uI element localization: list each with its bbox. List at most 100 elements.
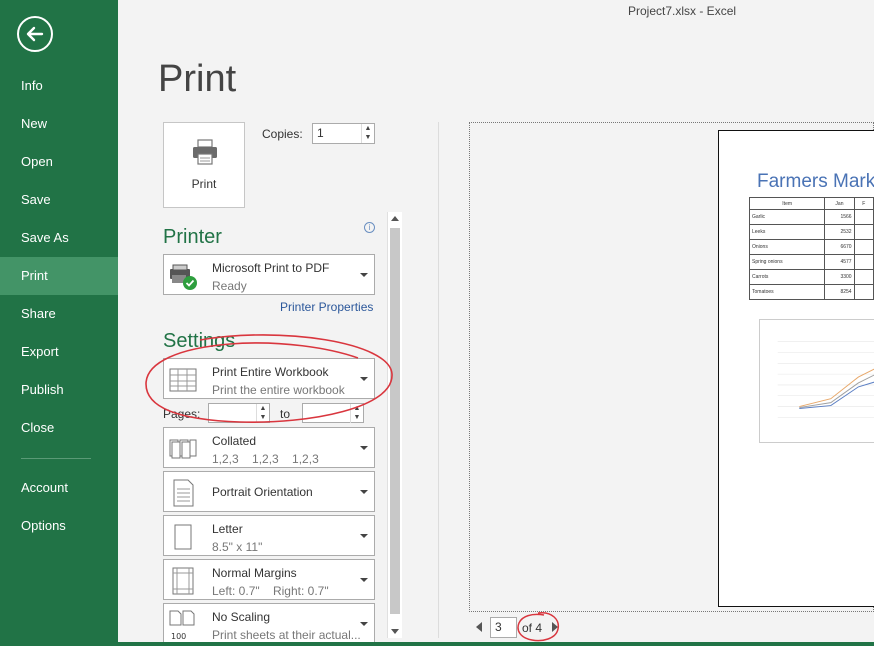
- table-row: Spring onions 4577: [748, 254, 874, 270]
- nav-save-as[interactable]: Save As: [0, 219, 118, 257]
- nav-share[interactable]: Share: [0, 295, 118, 333]
- print-button[interactable]: Print: [163, 122, 245, 208]
- print-scope-dropdown[interactable]: Print Entire Workbook Print the entire w…: [163, 358, 375, 399]
- page-title: Print: [158, 58, 237, 100]
- pages-label: Pages:: [163, 407, 201, 421]
- table-cell: [853, 254, 874, 270]
- table-header-cell: F: [853, 197, 874, 210]
- preview-chart-thumbnail: [759, 319, 874, 443]
- current-page-input[interactable]: 3: [490, 617, 517, 638]
- copies-input[interactable]: 1 ▲ ▼: [312, 123, 375, 144]
- table-row: Tomatoes 8254: [748, 284, 874, 300]
- orientation-dropdown[interactable]: Portrait Orientation: [163, 471, 375, 512]
- table-cell: 6670: [824, 239, 855, 255]
- to-label: to: [280, 407, 291, 421]
- info-icon[interactable]: i: [364, 222, 375, 233]
- chevron-down-icon: [360, 376, 368, 381]
- settings-heading: Settings: [163, 330, 236, 352]
- status-bar: [118, 642, 874, 646]
- chevron-down-icon: [360, 577, 368, 582]
- chevron-down-icon: [360, 272, 368, 277]
- window-title: Project7.xlsx - Excel: [628, 4, 737, 18]
- table-cell: 2532: [824, 224, 855, 240]
- margins-dropdown[interactable]: Normal Margins Left: 0.7" Right: 0.7": [163, 559, 375, 600]
- pdf-printer-icon: [170, 264, 197, 290]
- table-cell: 8254: [824, 284, 855, 300]
- print-scope-title: Print Entire Workbook: [212, 365, 329, 379]
- printer-name: Microsoft Print to PDF: [212, 261, 330, 275]
- table-cell: 3300: [824, 269, 855, 285]
- collation-subtitle: 1,2,3 1,2,3 1,2,3: [212, 452, 319, 466]
- chevron-down-icon: [360, 533, 368, 538]
- scaling-icon: 100: [169, 610, 195, 640]
- page-count-label: of 4: [522, 621, 543, 635]
- nav-account[interactable]: Account: [0, 469, 118, 507]
- table-cell: [853, 269, 874, 285]
- workbook-icon: [169, 368, 197, 392]
- back-arrow-icon[interactable]: [17, 16, 53, 52]
- table-cell: Leeks: [748, 224, 826, 240]
- scrollbar-thumb[interactable]: [390, 228, 400, 614]
- table-cell: 4577: [824, 254, 855, 270]
- paper-icon: [174, 524, 192, 550]
- printer-heading: Printer: [163, 226, 222, 248]
- margins-subtitle: Left: 0.7" Right: 0.7": [212, 584, 329, 598]
- nav-export[interactable]: Export: [0, 333, 118, 371]
- table-cell: [853, 224, 874, 240]
- table-cell: [853, 239, 874, 255]
- scaling-title: No Scaling: [212, 610, 271, 624]
- nav-options[interactable]: Options: [0, 507, 118, 545]
- scroll-up-icon[interactable]: [391, 216, 399, 221]
- panel-divider: [438, 122, 439, 638]
- paper-size-subtitle: 8.5" x 11": [212, 540, 263, 554]
- printer-dropdown[interactable]: Microsoft Print to PDF Ready: [163, 254, 375, 295]
- collation-dropdown[interactable]: Collated 1,2,3 1,2,3 1,2,3: [163, 427, 375, 468]
- chevron-down-icon: [360, 489, 368, 494]
- printer-status: Ready: [212, 279, 247, 293]
- scaling-subtitle: Print sheets at their actual...: [212, 628, 361, 642]
- table-row: Garlic 1566: [748, 209, 874, 225]
- table-header-cell: Jan: [824, 197, 855, 210]
- nav-info[interactable]: Info: [0, 67, 118, 105]
- printer-icon: [193, 139, 217, 165]
- table-row: Leeks 2532: [748, 224, 874, 240]
- printer-properties-link[interactable]: Printer Properties: [280, 300, 373, 314]
- previous-page-icon[interactable]: [476, 622, 482, 632]
- pages-to-spinner[interactable]: ▲ ▼: [350, 404, 363, 423]
- paper-size-dropdown[interactable]: Letter 8.5" x 11": [163, 515, 375, 556]
- pages-to-input[interactable]: ▲ ▼: [302, 403, 364, 423]
- table-header-cell: Item: [748, 197, 826, 210]
- nav-close[interactable]: Close: [0, 409, 118, 447]
- nav-print[interactable]: Print: [0, 257, 118, 295]
- settings-scrollbar[interactable]: [387, 212, 402, 638]
- table-row: Item Jan F: [748, 197, 874, 210]
- table-cell: [853, 209, 874, 225]
- preview-sheet-title: Farmers Mark: [757, 171, 874, 192]
- nav-new[interactable]: New: [0, 105, 118, 143]
- next-page-icon[interactable]: [552, 622, 558, 632]
- preview-page: Farmers Mark Item Jan F Garlic 1566 Leeks…: [718, 130, 874, 607]
- table-cell: 1566: [824, 209, 855, 225]
- nav-open[interactable]: Open: [0, 143, 118, 181]
- copies-label: Copies:: [262, 127, 303, 141]
- margins-icon: [172, 567, 194, 595]
- copies-spinner[interactable]: ▲ ▼: [361, 124, 374, 143]
- backstage-sidebar: Info New Open Save Save As Print Share E…: [0, 0, 118, 646]
- table-cell: Spring onions: [748, 254, 826, 270]
- pages-from-input[interactable]: ▲ ▼: [208, 403, 270, 423]
- nav-save[interactable]: Save: [0, 181, 118, 219]
- nav-publish[interactable]: Publish: [0, 371, 118, 409]
- portrait-page-icon: [173, 479, 194, 507]
- table-cell: Garlic: [748, 209, 826, 225]
- orientation-title: Portrait Orientation: [212, 485, 313, 499]
- scroll-down-icon[interactable]: [391, 629, 399, 634]
- pages-from-spinner[interactable]: ▲ ▼: [256, 404, 269, 423]
- scaling-dropdown[interactable]: 100 No Scaling Print sheets at their act…: [163, 603, 375, 644]
- margins-title: Normal Margins: [212, 566, 297, 580]
- table-row: Carrots 3300: [748, 269, 874, 285]
- nav-divider: [21, 458, 91, 459]
- copies-value: 1: [317, 126, 324, 140]
- chevron-down-icon: [360, 445, 368, 450]
- collated-pages-icon: [169, 439, 197, 459]
- table-cell: Onions: [748, 239, 826, 255]
